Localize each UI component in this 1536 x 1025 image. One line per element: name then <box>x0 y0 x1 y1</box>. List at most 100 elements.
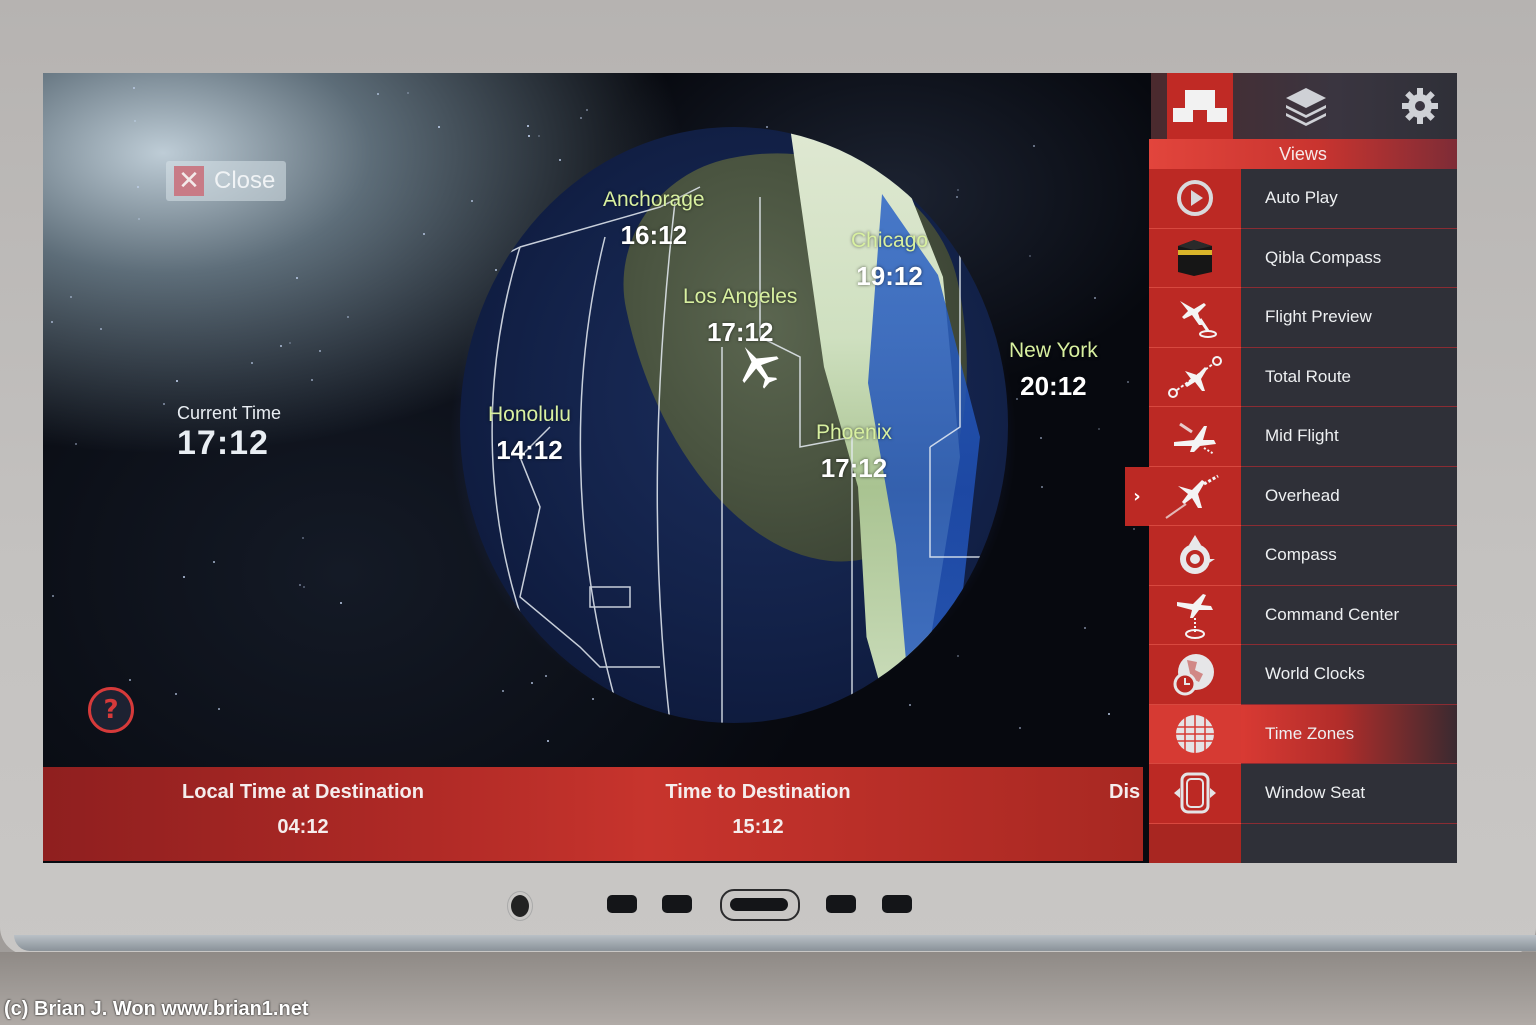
city-anchorage: Anchorage 16:12 <box>603 188 705 251</box>
star <box>182 575 185 578</box>
ife-screen: ✕ Close Current Time 17:12 ? Anchorage 1… <box>43 73 1457 863</box>
menu-item-label: Time Zones <box>1241 704 1457 764</box>
star <box>279 344 282 347</box>
star <box>377 93 380 96</box>
panel-tabs <box>1151 73 1457 139</box>
gear-icon <box>1402 88 1438 124</box>
star <box>74 443 77 446</box>
menu-item-label: Mid Flight <box>1241 407 1457 467</box>
tab-layers[interactable] <box>1273 73 1339 139</box>
close-button[interactable]: ✕ Close <box>166 161 286 201</box>
compass-icon <box>1180 535 1215 575</box>
menu-item-overhead[interactable]: › Overhead <box>1125 466 1457 526</box>
menu-item-auto-play[interactable]: Auto Play <box>1143 169 1457 229</box>
hardware-button[interactable] <box>662 895 692 913</box>
views-icon <box>1173 90 1227 122</box>
menu-item-label: Command Center <box>1241 585 1457 645</box>
city-new-york: New York 20:12 <box>1009 339 1098 402</box>
city-time: 19:12 <box>856 261 923 291</box>
mid-flight-icon <box>1174 423 1216 456</box>
camera-lens <box>508 892 532 920</box>
menu-item-label: Overhead <box>1241 466 1457 526</box>
current-time: Current Time 17:12 <box>177 403 281 463</box>
star <box>251 362 254 365</box>
city-name: Phoenix <box>816 421 892 444</box>
star <box>340 601 343 604</box>
current-time-value: 17:12 <box>177 424 269 462</box>
star <box>288 342 291 345</box>
menu-item-world-clocks[interactable]: World Clocks <box>1143 645 1457 705</box>
hardware-button[interactable] <box>882 895 912 913</box>
world-clocks-icon <box>1173 654 1214 696</box>
local-time-value: 04:12 <box>277 816 329 838</box>
star <box>1127 380 1130 383</box>
menu-item-label: World Clocks <box>1241 645 1457 705</box>
menu-item-label: Compass <box>1241 526 1457 586</box>
close-icon: ✕ <box>174 166 204 196</box>
star <box>175 693 178 696</box>
hardware-button[interactable] <box>607 895 637 913</box>
flight-info-bar: Local Time at Destination 04:12 Time to … <box>43 767 1143 861</box>
city-time: 20:12 <box>1020 371 1087 401</box>
views-menu: Auto Play Qibla Compass Flight Preview T… <box>1125 169 1457 863</box>
menu-item-qibla-compass[interactable]: Qibla Compass <box>1143 228 1457 288</box>
menu-item-window-seat[interactable]: Window Seat <box>1143 764 1457 824</box>
star <box>134 120 137 123</box>
close-label: Close <box>214 167 276 194</box>
help-button[interactable]: ? <box>88 687 134 733</box>
star <box>1093 297 1096 300</box>
kaaba-icon <box>1178 239 1212 276</box>
menu-item-label: Auto Play <box>1241 169 1457 229</box>
city-name: Los Angeles <box>683 285 798 308</box>
photo-watermark: (c) Brian J. Won www.brian1.net <box>4 998 309 1020</box>
star <box>162 402 165 405</box>
star <box>1033 145 1036 148</box>
menu-item-compass[interactable]: Compass <box>1143 526 1457 586</box>
star <box>301 536 304 539</box>
star <box>212 560 215 563</box>
tab-views[interactable] <box>1167 73 1233 139</box>
city-name: Honolulu <box>488 403 571 426</box>
menu-item-empty <box>1143 823 1457 863</box>
flight-preview-icon <box>1180 301 1217 339</box>
local-time-at-destination: Local Time at Destination 04:12 <box>153 781 453 839</box>
city-time: 16:12 <box>620 220 688 250</box>
menu-item-time-zones[interactable]: Time Zones <box>1143 704 1457 764</box>
time-zones-icon <box>1176 714 1214 753</box>
menu-item-mid-flight[interactable]: Mid Flight <box>1143 407 1457 467</box>
star <box>1108 712 1111 715</box>
views-section-title: Views <box>1149 139 1457 169</box>
menu-item-label: Flight Preview <box>1241 288 1457 348</box>
menu-item-total-route[interactable]: Total Route <box>1143 347 1457 407</box>
city-honolulu: Honolulu 14:12 <box>488 403 571 466</box>
star <box>129 679 132 682</box>
current-view-chevron-icon: › <box>1125 466 1149 526</box>
star <box>346 316 349 319</box>
time-to-destination: Time to Destination 15:12 <box>618 781 898 839</box>
star <box>175 379 178 382</box>
bezel-edge <box>14 935 1536 951</box>
hardware-home-button[interactable] <box>720 889 800 921</box>
star <box>299 583 302 586</box>
hardware-button[interactable] <box>826 895 856 913</box>
city-chicago: Chicago 19:12 <box>851 229 928 292</box>
star <box>296 277 299 280</box>
help-icon: ? <box>103 695 119 725</box>
current-time-label: Current Time <box>177 403 282 423</box>
time-to-destination-label: Time to Destination <box>665 781 851 803</box>
star <box>218 707 221 710</box>
city-time: 17:12 <box>706 317 774 347</box>
star <box>547 740 550 743</box>
star <box>580 117 583 120</box>
star <box>1083 626 1086 629</box>
menu-item-label: Total Route <box>1241 347 1457 407</box>
views-panel: Views Auto Play Qibla Compass Flight Pre… <box>1125 73 1457 863</box>
menu-item-flight-preview[interactable]: Flight Preview <box>1143 288 1457 348</box>
play-circle-icon <box>1177 180 1213 217</box>
tab-settings[interactable] <box>1387 73 1453 139</box>
total-route-icon <box>1168 355 1222 398</box>
star <box>69 296 72 299</box>
star <box>99 327 102 330</box>
menu-item-command-center[interactable]: Command Center <box>1143 585 1457 645</box>
star <box>1028 255 1031 258</box>
